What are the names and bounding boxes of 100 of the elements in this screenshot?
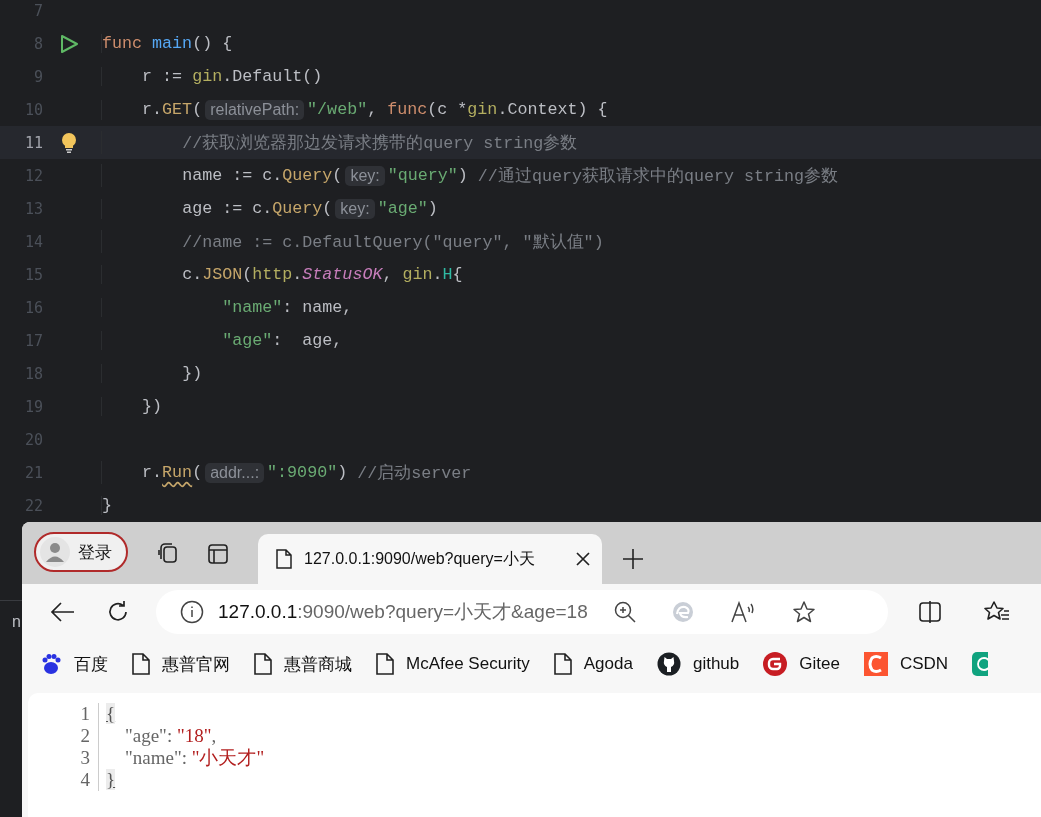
code-text: ) [427, 199, 438, 218]
string-literal: "name" [222, 298, 283, 317]
json-brace: } [106, 769, 116, 790]
bookmark-item[interactable]: github [656, 652, 740, 676]
code-text: , [211, 725, 217, 746]
parameter-hint: key: [345, 165, 385, 186]
type-name: H [442, 265, 453, 284]
profile-button[interactable]: 登录 [34, 532, 128, 572]
page-icon [276, 549, 292, 569]
close-icon[interactable] [576, 552, 590, 566]
string-literal: ":9090" [267, 463, 338, 482]
code-text: r := [142, 67, 184, 86]
knot-logo-icon[interactable] [972, 652, 989, 676]
code-text: : [166, 725, 174, 746]
string-literal: "age" [377, 199, 428, 218]
tab-layout-icon[interactable] [206, 542, 230, 566]
page-icon [254, 653, 272, 675]
code-text: }) [182, 364, 203, 383]
function-name: main [152, 34, 193, 53]
info-icon[interactable] [180, 599, 204, 624]
bookmark-item[interactable]: McAfee Security [376, 653, 530, 675]
code-text: }) [142, 397, 163, 416]
page-icon [132, 653, 150, 675]
code-text: ( [332, 166, 343, 185]
code-comment: //name := c.DefaultQuery("query", "默认值") [182, 232, 604, 253]
json-key: "age" [125, 725, 167, 746]
code-text: .Context) { [497, 100, 608, 119]
package-name: gin [467, 100, 498, 119]
code-text: (c * [427, 100, 468, 119]
string-literal: "age" [222, 331, 273, 350]
code-text: : [181, 747, 188, 768]
code-text: ( [322, 199, 333, 218]
read-aloud-icon[interactable] [729, 600, 756, 623]
code-text: ) [337, 463, 349, 482]
line-number: 2 [28, 725, 99, 747]
split-screen-icon[interactable] [918, 600, 942, 623]
code-comment: //获取浏览器那边发请求携带的query string参数 [182, 133, 578, 154]
method-name: GET [162, 100, 193, 119]
string-literal: "/web" [307, 100, 368, 119]
code-text: r. [142, 100, 163, 119]
lightbulb-icon[interactable] [60, 131, 77, 154]
code-text: ( [242, 265, 253, 284]
panel-text: n [12, 613, 22, 631]
c-logo-icon [863, 652, 888, 676]
string-literal: "query" [387, 166, 458, 185]
line-number: 11 [23, 133, 43, 152]
code-text: , [382, 265, 394, 284]
url-host: 127.0.0.1 [218, 600, 298, 622]
line-number: 1 [28, 703, 99, 725]
code-text: . [432, 265, 443, 284]
bookmark-item[interactable]: 惠普商城 [254, 652, 352, 676]
code-text: , [367, 100, 379, 119]
code-text: name := c. [182, 166, 283, 185]
star-icon[interactable] [791, 599, 816, 624]
run-icon[interactable] [58, 33, 79, 54]
parameter-hint: relativePath: [205, 99, 305, 120]
code-text: age := c. [182, 199, 273, 218]
reload-icon[interactable] [106, 599, 130, 624]
code-text: ) [457, 166, 469, 185]
line-number: 4 [28, 769, 99, 791]
code-text: ( [192, 100, 203, 119]
method-name: Query [272, 199, 323, 218]
page-icon [376, 653, 394, 675]
code-comment: //启动server [357, 462, 472, 484]
bookmark-item[interactable]: CSDN [863, 652, 949, 676]
code-text: ( [192, 463, 203, 482]
back-icon[interactable] [50, 600, 76, 623]
code-comment: //通过query获取请求中的query string参数 [477, 166, 839, 187]
constant-name: StatusOK [302, 265, 383, 284]
line-number: 3 [28, 747, 99, 769]
zoom-icon[interactable] [613, 600, 636, 623]
code-text: { [452, 265, 463, 284]
code-text: : age, [272, 331, 343, 350]
url-path: :9090/web?query=小天才&age=18 [297, 600, 588, 622]
parameter-hint: addr...: [205, 462, 265, 483]
avatar-icon [40, 537, 70, 567]
bookmark-item[interactable]: Gitee [763, 652, 840, 676]
json-brace: { [106, 703, 116, 724]
address-bar[interactable]: 127.0.0.1:9090/web?query=小天才&age=18 [156, 589, 888, 634]
package-name: gin [192, 67, 223, 86]
bookmark-item[interactable]: Agoda [553, 653, 633, 675]
new-tab-icon[interactable] [622, 548, 644, 570]
json-value: "小天才" [191, 747, 265, 768]
code-text: .Default() [222, 67, 323, 86]
bookmark-item[interactable]: 惠普官网 [132, 652, 230, 676]
parameter-hint: key: [335, 198, 375, 219]
code-text: c. [182, 265, 203, 284]
json-key: "name" [125, 747, 182, 768]
browser-tab[interactable]: 127.0.0.1:9090/web?query=小天 [258, 534, 602, 584]
bookmark-item[interactable]: 百度 [40, 652, 108, 676]
method-name: JSON [202, 265, 243, 284]
g-logo-icon [763, 652, 788, 676]
page-icon [553, 653, 572, 675]
package-name: gin [402, 265, 433, 284]
code-text: } [102, 496, 112, 515]
code-text: r. [142, 463, 163, 482]
json-value: "18" [176, 725, 212, 746]
paw-icon [40, 653, 62, 675]
keyword: func [387, 100, 428, 119]
cat-logo-icon [656, 652, 681, 676]
